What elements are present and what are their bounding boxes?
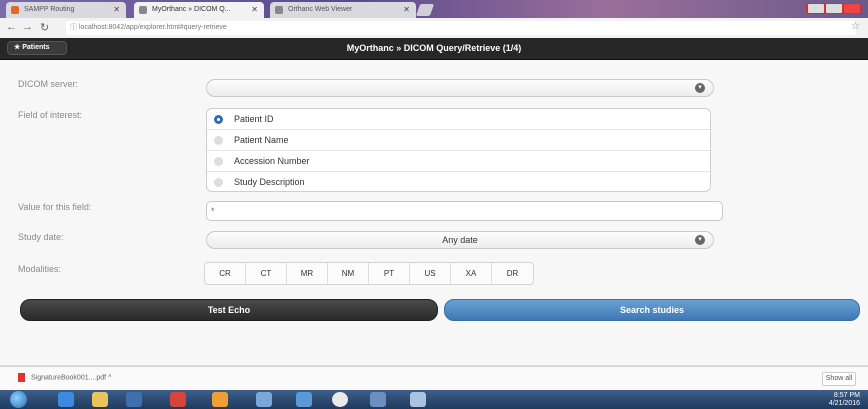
chrome-icon[interactable] (332, 392, 348, 407)
clock-time: 8:57 PM (833, 392, 860, 399)
modality-us-toggle[interactable]: US (410, 263, 451, 284)
app-icon[interactable] (256, 392, 272, 407)
modality-cr-toggle[interactable]: CR (205, 263, 246, 284)
radio-unselected-icon[interactable] (214, 178, 223, 187)
address-bar: ← → ↻ ⓘ localhost:8042/app/explorer.html… (0, 18, 868, 39)
modality-ct-toggle[interactable]: CT (246, 263, 287, 284)
chevron-down-icon: ▾ (695, 83, 705, 93)
info-icon[interactable]: ⓘ (70, 24, 79, 31)
study-date-select[interactable]: Any date ▾ (206, 231, 714, 249)
close-icon[interactable]: ✕ (403, 2, 410, 18)
url-input[interactable]: ⓘ localhost:8042/app/explorer.html#query… (66, 21, 856, 35)
browser-tab-webviewer[interactable]: Orthanc Web Viewer ✕ (270, 2, 416, 18)
field-of-interest-label: Field of interest: (18, 110, 83, 120)
download-bar: SignatureBook001....pdf ^ Show all (0, 366, 868, 391)
page-icon (275, 6, 283, 14)
search-studies-button[interactable]: Search studies (444, 299, 860, 321)
modality-mr-toggle[interactable]: MR (287, 263, 328, 284)
app-icon[interactable] (212, 392, 228, 407)
radio-unselected-icon[interactable] (214, 157, 223, 166)
field-of-interest-radio-group: Patient ID Patient Name Accession Number… (206, 108, 711, 192)
tab-title: MyOrthanc » DICOM Q... (152, 6, 231, 13)
back-arrow-icon[interactable]: ← (6, 21, 17, 33)
radio-patient-id[interactable]: Patient ID (207, 109, 710, 130)
radio-patient-name[interactable]: Patient Name (207, 130, 710, 151)
close-window-button[interactable] (844, 4, 860, 13)
bookmark-star-icon[interactable]: ☆ (851, 21, 860, 32)
tab-favicon-icon (11, 6, 19, 14)
radio-label: Study Description (234, 177, 305, 187)
url-text: localhost:8042/app/explorer.html#query-r… (78, 24, 227, 31)
modalities-toggle-group: CR CT MR NM PT US XA DR (204, 262, 534, 285)
clock-date: 4/21/2016 (828, 400, 860, 407)
chevron-down-icon: ▾ (695, 235, 705, 245)
media-player-icon[interactable] (126, 392, 142, 407)
modality-dr-toggle[interactable]: DR (492, 263, 533, 284)
forward-arrow-icon[interactable]: → (22, 21, 33, 33)
download-item[interactable]: SignatureBook001....pdf ^ (18, 373, 111, 382)
tab-title: SAMPP Routing (24, 6, 75, 13)
page-icon (139, 6, 147, 14)
system-clock[interactable]: 8:57 PM 4/21/2016 (829, 392, 860, 408)
modality-nm-toggle[interactable]: NM (328, 263, 369, 284)
show-all-button[interactable]: Show all (822, 372, 856, 386)
radio-accession-number[interactable]: Accession Number (207, 151, 710, 172)
app-header: MyOrthanc » DICOM Query/Retrieve (1/4) ★… (0, 38, 868, 60)
dicom-server-label: DICOM server: (18, 79, 79, 89)
browser-tab-myorthanc[interactable]: MyOrthanc » DICOM Q... ✕ (134, 2, 264, 18)
radio-label: Patient ID (234, 114, 274, 124)
app-icon[interactable] (296, 392, 312, 407)
app-icon[interactable] (370, 392, 386, 407)
value-field-label: Value for this field: (18, 202, 92, 212)
new-tab-button[interactable] (415, 4, 435, 16)
browser-tab-strip: SAMPP Routing ✕ MyOrthanc » DICOM Q... ✕… (0, 0, 868, 18)
study-date-value: Any date (442, 235, 478, 245)
os-taskbar: 8:57 PM 4/21/2016 (0, 390, 868, 409)
test-echo-button[interactable]: Test Echo (20, 299, 438, 321)
modality-xa-toggle[interactable]: XA (451, 263, 492, 284)
dicom-server-select[interactable]: ▾ (206, 79, 714, 97)
modality-pt-toggle[interactable]: PT (369, 263, 410, 284)
value-field-text: * (211, 206, 215, 216)
browser-tab-sampp[interactable]: SAMPP Routing ✕ (6, 2, 126, 18)
internet-explorer-icon[interactable] (58, 392, 74, 407)
study-date-label: Study date: (18, 232, 64, 242)
modalities-label: Modalities: (18, 264, 62, 274)
reload-icon[interactable]: ↻ (40, 21, 49, 34)
value-field-input[interactable]: * (206, 201, 723, 221)
patients-button-label: Patients (22, 44, 50, 51)
window-controls (806, 3, 862, 14)
page-title: MyOrthanc » DICOM Query/Retrieve (1/4) (346, 43, 522, 53)
windows-start-icon[interactable] (10, 391, 27, 408)
close-icon[interactable]: ✕ (251, 2, 258, 18)
tab-title: Orthanc Web Viewer (288, 6, 353, 13)
maximize-button[interactable] (826, 4, 842, 13)
radio-label: Patient Name (234, 135, 289, 145)
radio-selected-icon[interactable] (214, 115, 223, 124)
close-icon[interactable]: ✕ (113, 2, 120, 18)
home-icon: ★ (14, 44, 23, 51)
radio-unselected-icon[interactable] (214, 136, 223, 145)
file-explorer-icon[interactable] (92, 392, 108, 407)
pdf-file-icon (18, 373, 25, 382)
download-filename: SignatureBook001....pdf (31, 374, 107, 382)
patients-button[interactable]: ★ Patients (7, 41, 67, 55)
app-icon[interactable] (170, 392, 186, 407)
chevron-up-icon[interactable]: ^ (108, 374, 111, 381)
minimize-button[interactable] (808, 4, 824, 13)
app-icon[interactable] (410, 392, 426, 407)
radio-label: Accession Number (234, 156, 310, 166)
radio-study-description[interactable]: Study Description (207, 172, 710, 191)
